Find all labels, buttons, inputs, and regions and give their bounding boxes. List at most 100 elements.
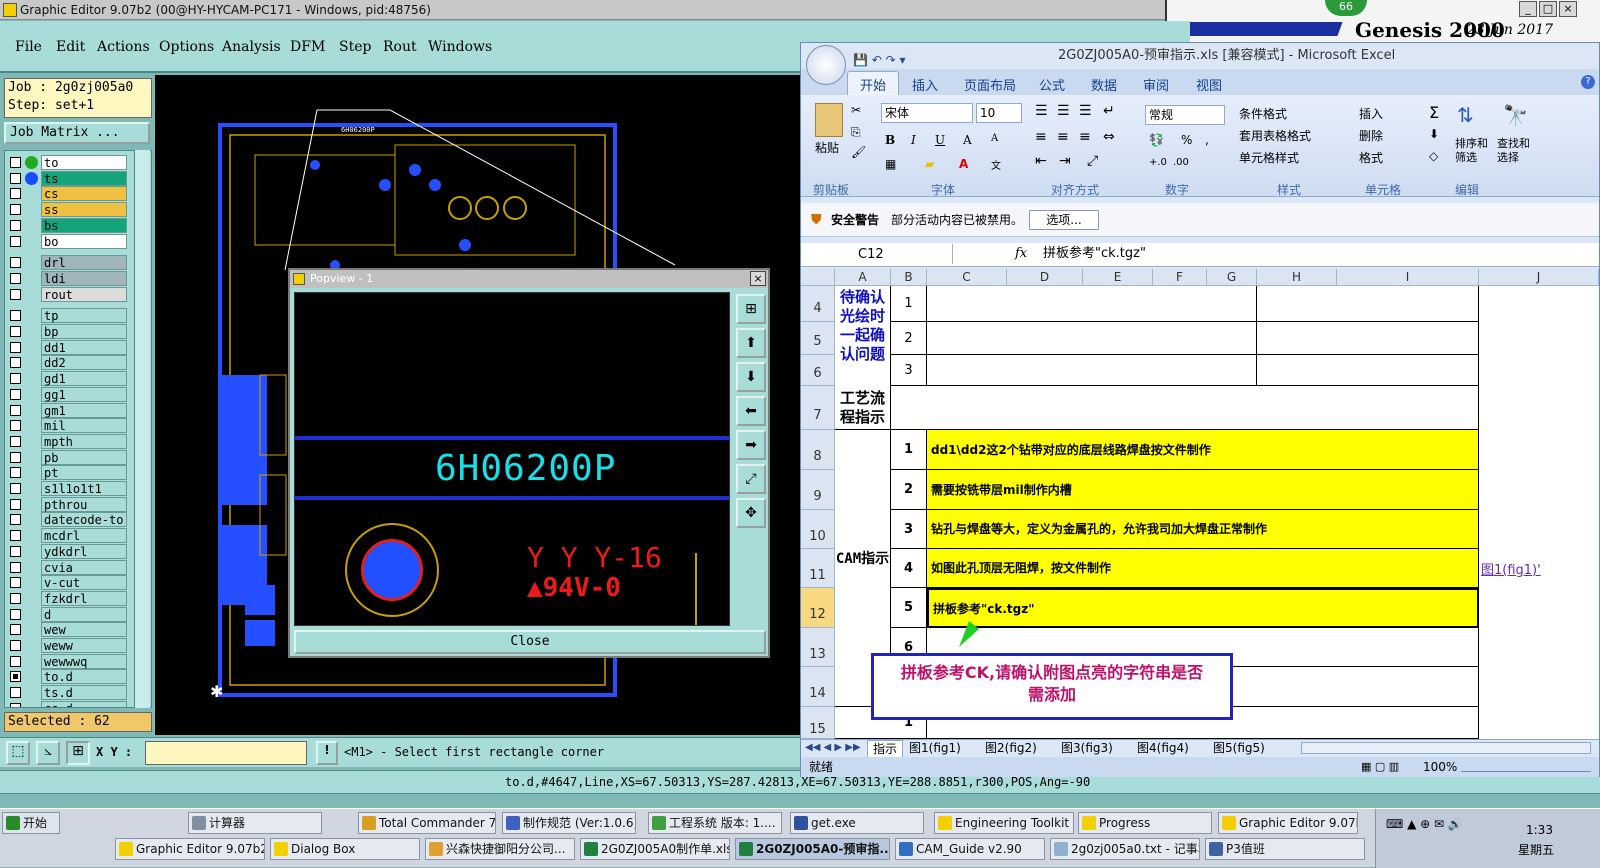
layer-name[interactable]: ldi xyxy=(41,270,127,286)
layer-name[interactable]: rout xyxy=(41,286,127,302)
tab-formulas[interactable]: 公式 xyxy=(1039,75,1065,94)
zoom-slider[interactable] xyxy=(1461,761,1591,772)
layer-row[interactable]: bp xyxy=(7,324,129,339)
merge-center-icon[interactable]: ⇔ xyxy=(1103,129,1115,145)
row-header[interactable]: 5 xyxy=(801,322,835,355)
currency-icon[interactable]: 💱 xyxy=(1149,133,1164,147)
clear-icon[interactable]: ◇ xyxy=(1429,149,1438,163)
layer-row[interactable]: bo xyxy=(7,233,129,249)
align-middle-icon[interactable]: ☰ xyxy=(1057,103,1070,119)
bold-button[interactable]: B xyxy=(885,133,895,147)
menu-actions[interactable]: Actions xyxy=(97,39,150,55)
layer-name[interactable]: fzkdrl xyxy=(41,590,127,606)
layer-name[interactable]: dd1 xyxy=(41,339,127,355)
delete-cells-button[interactable]: 删除 xyxy=(1359,127,1383,144)
column-header[interactable]: H xyxy=(1257,269,1337,286)
insert-cells-button[interactable]: 插入 xyxy=(1359,105,1383,122)
popview-close-icon[interactable]: × xyxy=(750,271,766,286)
name-box[interactable]: C12 xyxy=(803,244,953,264)
table-format-button[interactable]: 套用表格格式 xyxy=(1239,127,1311,144)
sheet-tab[interactable]: 图4(fig4) xyxy=(1137,740,1189,756)
increase-decimal-icon[interactable]: +.0 xyxy=(1149,157,1167,168)
layer-name[interactable]: ts xyxy=(41,170,127,186)
layer-checkbox[interactable] xyxy=(10,545,21,557)
layer-checkbox[interactable] xyxy=(10,467,21,479)
layer-row[interactable]: rout xyxy=(7,286,129,302)
layer-checkbox[interactable] xyxy=(10,687,21,699)
layer-row[interactable]: ydkdrl xyxy=(7,543,129,559)
select-all-corner[interactable] xyxy=(801,269,835,286)
layer-name[interactable]: ts.d xyxy=(41,685,127,701)
layer-row[interactable]: dd2 xyxy=(7,355,129,371)
layer-row[interactable]: to.d xyxy=(7,669,129,685)
taskbar-item[interactable]: Total Commander 7.0... xyxy=(358,812,496,834)
layer-row[interactable]: pt xyxy=(7,465,129,481)
tab-data[interactable]: 数据 xyxy=(1091,75,1117,94)
layer-checkbox[interactable] xyxy=(10,514,21,526)
layer-checkbox[interactable] xyxy=(10,483,21,494)
layer-row[interactable]: bs xyxy=(7,217,129,233)
layer-row[interactable]: wew xyxy=(7,622,129,638)
layer-row[interactable]: ldi xyxy=(7,270,129,286)
tab-review[interactable]: 审阅 xyxy=(1143,75,1169,94)
percent-icon[interactable]: % xyxy=(1181,133,1192,147)
layer-checkbox[interactable] xyxy=(10,373,21,385)
layer-row[interactable]: dd1 xyxy=(7,339,129,355)
layer-row[interactable]: gg1 xyxy=(7,386,129,402)
sort-filter-icon[interactable]: ⇅ xyxy=(1457,103,1474,127)
cell-num[interactable]: 2 xyxy=(891,470,927,510)
column-header[interactable]: F xyxy=(1153,269,1207,286)
layer-checkbox[interactable] xyxy=(10,655,21,667)
layer-checkbox[interactable] xyxy=(10,530,21,542)
taskbar-item[interactable]: Graphic Editor 9.07b2... xyxy=(1218,812,1358,834)
decrease-decimal-icon[interactable]: .00 xyxy=(1173,157,1189,168)
layer-checkbox[interactable] xyxy=(10,204,21,216)
xy-input[interactable] xyxy=(145,741,307,765)
row-header[interactable]: 12 xyxy=(801,588,835,628)
cell-process-label[interactable]: 工艺流程指示 xyxy=(835,386,891,430)
cam-item-selected[interactable]: 拼板参考"ck.tgz" xyxy=(927,588,1479,628)
layer-checkbox[interactable] xyxy=(10,671,21,683)
copy-icon[interactable]: ⎘ xyxy=(851,125,861,140)
row-header[interactable]: 13 xyxy=(801,628,835,667)
row-header[interactable]: 11 xyxy=(801,549,835,588)
sheet-nav-icons[interactable]: ◀◀ ◀ ▶ ▶▶ xyxy=(805,740,861,756)
cam-item[interactable]: dd1\dd2这2个钻带对应的底层线路焊盘按文件制作 xyxy=(927,430,1479,470)
layer-row[interactable]: mpth xyxy=(7,433,129,449)
layer-row[interactable]: datecode-to xyxy=(7,512,129,528)
maximize-button[interactable]: □ xyxy=(1539,1,1557,17)
layer-row[interactable]: fzkdrl xyxy=(7,590,129,606)
layer-name[interactable]: bs xyxy=(41,217,127,233)
menu-rout[interactable]: Rout xyxy=(383,39,417,55)
layer-row[interactable]: cvia xyxy=(7,559,129,575)
cell-num[interactable]: 1 xyxy=(891,286,927,322)
zoom-home-button[interactable]: ✥ xyxy=(736,498,766,528)
layer-name[interactable]: cs xyxy=(41,186,127,202)
layer-checkbox[interactable] xyxy=(10,577,21,589)
zoom-fit-button[interactable]: ⤢ xyxy=(736,464,766,494)
cell-process-value[interactable] xyxy=(891,386,1479,430)
layer-checkbox[interactable] xyxy=(10,341,21,353)
layer-checkbox[interactable] xyxy=(10,420,21,432)
column-header[interactable]: G xyxy=(1207,269,1257,286)
cell-empty[interactable] xyxy=(1257,286,1479,322)
layer-checkbox[interactable] xyxy=(10,592,21,604)
layer-name[interactable]: wewwwq xyxy=(41,653,127,669)
cell-empty[interactable] xyxy=(1257,355,1479,386)
find-select-label[interactable]: 查找和 选择 xyxy=(1497,137,1530,165)
layer-row[interactable]: weww xyxy=(7,638,129,653)
job-matrix-button[interactable]: Job Matrix ... xyxy=(4,122,150,144)
sheet-tab[interactable]: 图2(fig2) xyxy=(985,740,1037,756)
layer-name[interactable]: bo xyxy=(41,233,127,249)
select-tool-icon[interactable]: ⬚ xyxy=(6,741,30,765)
sheet-tab[interactable]: 图3(fig3) xyxy=(1061,740,1113,756)
wrap-text-icon[interactable]: ↵ xyxy=(1103,103,1115,119)
taskbar-item[interactable]: 2G0ZJ005A0制作单.xls ... xyxy=(580,838,730,860)
layer-name[interactable]: wew xyxy=(41,622,127,638)
layer-row[interactable]: mcdrl xyxy=(7,528,129,544)
cell-empty[interactable] xyxy=(927,355,1257,386)
tray-icons[interactable]: ⌨ ▲ ⊕ ✉ 🔊 xyxy=(1386,817,1463,831)
layer-row[interactable]: ss xyxy=(7,202,129,218)
sheet-tab[interactable]: 图1(fig1) xyxy=(909,740,961,756)
taskbar-item[interactable]: P3值班 xyxy=(1205,838,1365,860)
